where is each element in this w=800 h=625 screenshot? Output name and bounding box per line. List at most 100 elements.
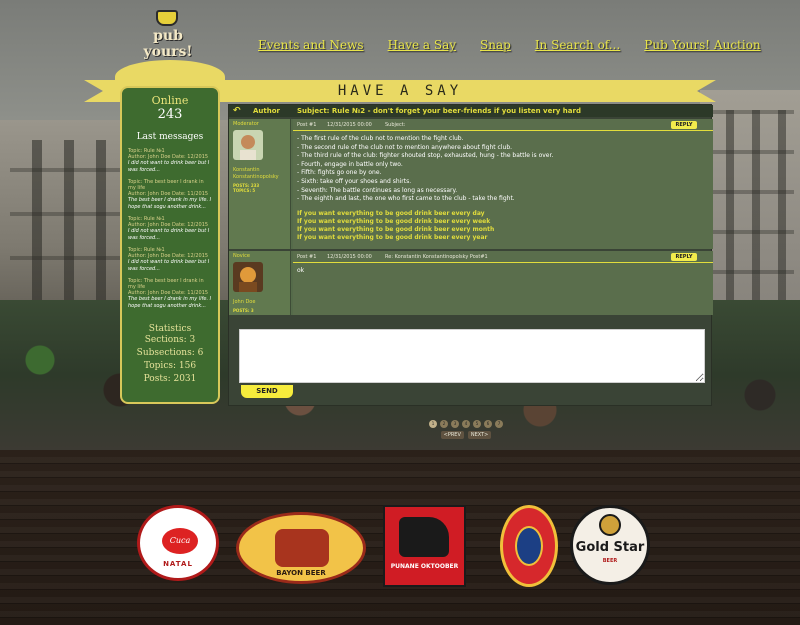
last-message-item[interactable]: Topic: Rule №1 Author: John Doe Date: 12…	[128, 216, 212, 242]
message-excerpt: I did not want to drink beer but I was f…	[128, 259, 210, 272]
stat-subsections: Subsections: 6	[136, 348, 204, 358]
user-rank: Moderator	[233, 121, 259, 127]
beer-logo-bayon[interactable]: BAYON BEER	[236, 512, 366, 584]
message-excerpt: I did not want to drink beer but I was f…	[128, 228, 210, 241]
main-nav: Events and News Have a Say Snap In Searc…	[258, 38, 785, 58]
post-subject: Subject:	[385, 122, 406, 128]
reply-textarea[interactable]	[239, 329, 705, 383]
back-arrow-icon[interactable]: ↶	[233, 105, 245, 117]
author-column-header: Author	[253, 107, 280, 115]
beer-logo-gold-star[interactable]: Gold Star BEER	[570, 505, 650, 585]
last-messages-list: Topic: Rule №1 Author: John Doe Date: 12…	[122, 148, 218, 310]
thread-panel: ↶ Author Subject: Rule №2 - don't forget…	[228, 104, 713, 406]
page-button[interactable]: 5	[473, 420, 481, 428]
nav-events-and-news[interactable]: Events and News	[258, 38, 364, 58]
beer-badge: Cuca	[162, 528, 198, 554]
page-list: 1 2 3 4 5 6 7	[426, 420, 506, 428]
last-message-item[interactable]: Topic: The best beer I drank in my life …	[128, 179, 212, 211]
nav-in-search-of[interactable]: In Search of...	[535, 38, 620, 58]
thread-header: ↶ Author Subject: Rule №2 - don't forget…	[229, 105, 713, 117]
beer-logo-natal[interactable]: Cuca NATAL	[137, 505, 219, 581]
reply-button[interactable]: REPLY	[671, 121, 697, 129]
next-page-button[interactable]: NEXT>	[467, 431, 492, 439]
stat-sections: Sections: 3	[144, 335, 196, 345]
user-rank: Novice	[233, 253, 250, 259]
last-message-item[interactable]: Topic: The best beer I drank in my life …	[128, 278, 212, 310]
reply-button[interactable]: REPLY	[671, 253, 697, 261]
post-line: - Fourth, engage in battle only two.	[297, 160, 403, 168]
post-highlight: If you want everything to be good drink …	[297, 233, 488, 241]
page-button[interactable]: 3	[451, 420, 459, 428]
last-message-item[interactable]: Topic: Rule №1 Author: John Doe Date: 12…	[128, 148, 212, 174]
online-count: 243	[157, 107, 183, 122]
post-number: Post #1	[297, 122, 317, 128]
message-excerpt: I did not want to drink beer but I was f…	[128, 160, 210, 173]
post-line: - The third rule of the club: fighter sh…	[297, 152, 554, 160]
username[interactable]: John Doe	[233, 299, 290, 306]
post: Novice John Doe POSTS: 3 Post #1 12/31/2…	[229, 251, 713, 315]
flag-icon	[399, 517, 449, 557]
nav-snap[interactable]: Snap	[480, 38, 511, 58]
beer-logo-punane-oktoober[interactable]: PUNANE OKTOOBER	[383, 505, 466, 587]
last-messages-label: Last messages	[136, 132, 204, 142]
post-meta: Post #1 12/31/2015 00:00 Re: Konstantin …	[293, 251, 713, 263]
post-highlight: If you want everything to be good drink …	[297, 225, 495, 233]
online-label: Online	[151, 94, 189, 107]
post-line: ok	[297, 267, 305, 274]
beer-label: BAYON BEER	[276, 569, 326, 577]
tiger-emblem	[515, 526, 543, 566]
beer-logo-tiger[interactable]	[500, 505, 558, 587]
send-button[interactable]: SEND	[241, 385, 293, 398]
post-body: Post #1 12/31/2015 00:00 Re: Konstantin …	[293, 251, 713, 315]
message-topic[interactable]: Topic: The best beer I drank in my life	[128, 278, 212, 290]
page-button[interactable]: 2	[440, 420, 448, 428]
username[interactable]: Konstantin Konstantinopolsky	[233, 167, 290, 181]
nav-pub-yours-auction[interactable]: Pub Yours! Auction	[644, 38, 760, 58]
post-author: Moderator Konstantin Konstantinopolsky P…	[229, 119, 291, 249]
post-author: Novice John Doe POSTS: 3	[229, 251, 291, 315]
post-date: 12/31/2015 00:00	[327, 254, 372, 260]
post: Moderator Konstantin Konstantinopolsky P…	[229, 119, 713, 249]
post-highlight: If you want everything to be good drink …	[297, 217, 491, 225]
beer-label: PUNANE OKTOOBER	[390, 563, 459, 570]
nav-have-a-say[interactable]: Have a Say	[388, 38, 456, 58]
page-button[interactable]: 4	[462, 420, 470, 428]
beer-mug-icon	[156, 10, 178, 26]
page-button[interactable]: 6	[484, 420, 492, 428]
avatar[interactable]	[233, 130, 263, 160]
statistics-label: Statistics	[148, 324, 192, 334]
thread-subject: Subject: Rule №2 - don't forget your bee…	[297, 107, 581, 115]
avatar[interactable]	[233, 262, 263, 292]
beer-label: NATAL	[163, 560, 193, 568]
post-text: ok	[297, 267, 697, 276]
logo-text: pub yours!	[143, 28, 193, 60]
last-message-item[interactable]: Topic: Rule №1 Author: John Doe Date: 12…	[128, 247, 212, 273]
user-post-counts: POSTS: 233 TOPICS: 5	[233, 183, 260, 193]
post-highlight: If you want everything to be good drink …	[297, 209, 485, 217]
post-subject: Re: Konstantin Konstantinopolsky Post#1	[385, 254, 488, 260]
site-logo[interactable]: pub yours!	[132, 10, 202, 60]
stat-posts: Posts: 2031	[143, 374, 197, 384]
beer-emblem	[275, 529, 329, 567]
stat-topics: Topics: 156	[143, 361, 197, 371]
post-number: Post #1	[297, 254, 317, 260]
pagination: 1 2 3 4 5 6 7 <PREV NEXT>	[426, 420, 506, 448]
post-line: - The second rule of the club not to men…	[297, 143, 513, 151]
post-body: Post #1 12/31/2015 00:00 Subject: REPLY …	[293, 119, 713, 249]
prev-page-button[interactable]: <PREV	[440, 431, 464, 439]
background-building-right	[700, 90, 800, 330]
post-line: - Fifth: fights go one by one.	[297, 169, 382, 177]
page-button[interactable]: 7	[495, 420, 503, 428]
message-topic[interactable]: Topic: The best beer I drank in my life	[128, 179, 212, 191]
message-excerpt: The best beer I drank in my life. I hope…	[128, 296, 212, 309]
post-date: 12/31/2015 00:00	[327, 122, 372, 128]
page-button[interactable]: 1	[429, 420, 437, 428]
post-line: - The eighth and last, the one who first…	[297, 195, 515, 203]
post-text: - The first rule of the club not to ment…	[297, 135, 697, 242]
post-line: - Sixth: take off your shoes and shirts.	[297, 177, 412, 185]
beer-label: Gold Star	[575, 540, 645, 555]
post-line: - The first rule of the club not to ment…	[297, 135, 464, 142]
pager-nav: <PREV NEXT>	[426, 431, 506, 439]
user-post-counts: POSTS: 3	[233, 308, 254, 313]
post-meta: Post #1 12/31/2015 00:00 Subject: REPLY	[293, 119, 713, 131]
